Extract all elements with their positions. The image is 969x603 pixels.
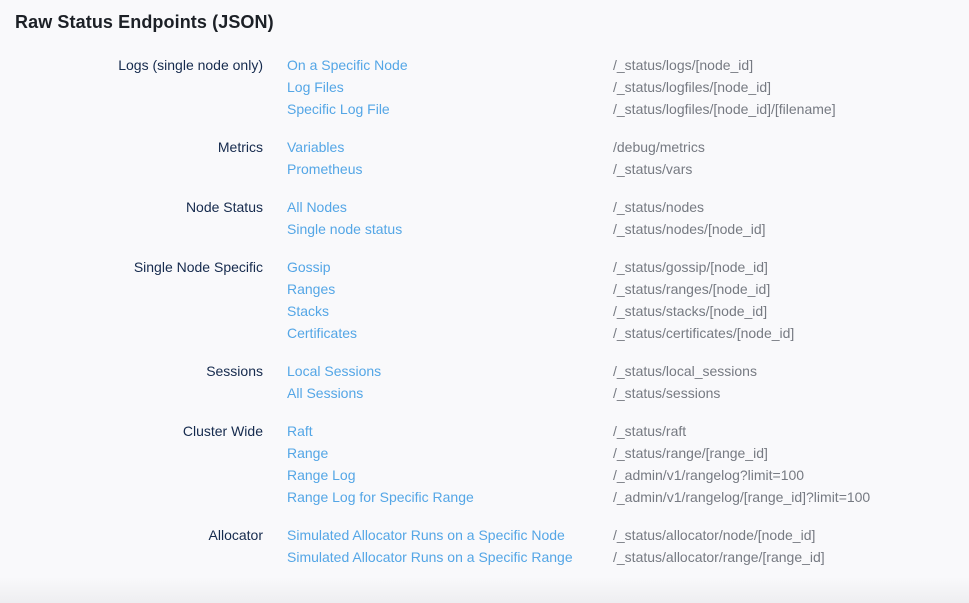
endpoint-link[interactable]: Prometheus xyxy=(287,158,613,180)
bottom-fade-divider xyxy=(0,577,969,603)
section-links-column: On a Specific NodeLog FilesSpecific Log … xyxy=(287,54,613,120)
section-links-column: Local SessionsAll Sessions xyxy=(287,360,613,404)
endpoint-path: /_status/ranges/[node_id] xyxy=(613,278,794,300)
endpoint-link[interactable]: Range Log for Specific Range xyxy=(287,486,613,508)
endpoint-link[interactable]: Gossip xyxy=(287,256,613,278)
endpoint-link[interactable]: Variables xyxy=(287,136,613,158)
endpoint-link[interactable]: All Nodes xyxy=(287,196,613,218)
endpoint-link[interactable]: Certificates xyxy=(287,322,613,344)
endpoint-section: Single Node Specific GossipRangesStacksC… xyxy=(15,256,954,344)
section-paths-column: /debug/metrics/_status/vars xyxy=(613,136,705,180)
endpoint-path: /_status/nodes/[node_id] xyxy=(613,218,766,240)
endpoint-link[interactable]: On a Specific Node xyxy=(287,54,613,76)
endpoint-path: /_status/nodes xyxy=(613,196,766,218)
endpoint-section: Sessions Local SessionsAll Sessions /_st… xyxy=(15,360,954,404)
endpoint-link[interactable]: Local Sessions xyxy=(287,360,613,382)
endpoint-path: /_status/vars xyxy=(613,158,705,180)
endpoint-link[interactable]: All Sessions xyxy=(287,382,613,404)
page-title: Raw Status Endpoints (JSON) xyxy=(15,12,954,33)
endpoint-section: Cluster Wide RaftRangeRange LogRange Log… xyxy=(15,420,954,508)
section-paths-column: /_status/raft/_status/range/[range_id]/_… xyxy=(613,420,870,508)
endpoint-link[interactable]: Log Files xyxy=(287,76,613,98)
endpoint-link[interactable]: Simulated Allocator Runs on a Specific N… xyxy=(287,524,613,546)
endpoint-link[interactable]: Specific Log File xyxy=(287,98,613,120)
section-links-column: RaftRangeRange LogRange Log for Specific… xyxy=(287,420,613,508)
endpoint-path: /_status/allocator/range/[range_id] xyxy=(613,546,825,568)
section-category-label: Metrics xyxy=(15,136,263,158)
section-links-column: GossipRangesStacksCertificates xyxy=(287,256,613,344)
endpoint-link[interactable]: Stacks xyxy=(287,300,613,322)
endpoint-section: Metrics VariablesPrometheus /debug/metri… xyxy=(15,136,954,180)
endpoint-path: /_status/raft xyxy=(613,420,870,442)
endpoint-path: /_status/certificates/[node_id] xyxy=(613,322,794,344)
endpoint-link[interactable]: Range Log xyxy=(287,464,613,486)
endpoint-link[interactable]: Simulated Allocator Runs on a Specific R… xyxy=(287,546,613,568)
endpoint-link[interactable]: Raft xyxy=(287,420,613,442)
endpoint-link[interactable]: Range xyxy=(287,442,613,464)
endpoint-path: /_status/local_sessions xyxy=(613,360,757,382)
section-paths-column: /_status/local_sessions/_status/sessions xyxy=(613,360,757,404)
endpoint-link[interactable]: Ranges xyxy=(287,278,613,300)
endpoint-path: /_status/sessions xyxy=(613,382,757,404)
debug-endpoints-page: Raw Status Endpoints (JSON) Logs (single… xyxy=(0,0,969,568)
endpoint-section: Allocator Simulated Allocator Runs on a … xyxy=(15,524,954,568)
endpoint-path: /_status/stacks/[node_id] xyxy=(613,300,794,322)
section-paths-column: /_status/allocator/node/[node_id]/_statu… xyxy=(613,524,825,568)
endpoint-section: Logs (single node only) On a Specific No… xyxy=(15,54,954,120)
endpoint-path: /debug/metrics xyxy=(613,136,705,158)
section-links-column: Simulated Allocator Runs on a Specific N… xyxy=(287,524,613,568)
endpoint-path: /_status/logfiles/[node_id] xyxy=(613,76,836,98)
section-links-column: VariablesPrometheus xyxy=(287,136,613,180)
section-category-label: Logs (single node only) xyxy=(15,54,263,76)
section-category-label: Single Node Specific xyxy=(15,256,263,278)
endpoint-path: /_status/gossip/[node_id] xyxy=(613,256,794,278)
endpoint-sections: Logs (single node only) On a Specific No… xyxy=(15,54,954,568)
endpoint-path: /_status/range/[range_id] xyxy=(613,442,870,464)
endpoint-section: Node Status All NodesSingle node status … xyxy=(15,196,954,240)
section-paths-column: /_status/gossip/[node_id]/_status/ranges… xyxy=(613,256,794,344)
endpoint-path: /_status/logfiles/[node_id]/[filename] xyxy=(613,98,836,120)
section-category-label: Sessions xyxy=(15,360,263,382)
endpoint-path: /_admin/v1/rangelog/[range_id]?limit=100 xyxy=(613,486,870,508)
endpoint-path: /_admin/v1/rangelog?limit=100 xyxy=(613,464,870,486)
section-category-label: Node Status xyxy=(15,196,263,218)
section-paths-column: /_status/logs/[node_id]/_status/logfiles… xyxy=(613,54,836,120)
endpoint-link[interactable]: Single node status xyxy=(287,218,613,240)
endpoint-path: /_status/allocator/node/[node_id] xyxy=(613,524,825,546)
section-category-label: Cluster Wide xyxy=(15,420,263,442)
section-paths-column: /_status/nodes/_status/nodes/[node_id] xyxy=(613,196,766,240)
section-category-label: Allocator xyxy=(15,524,263,546)
section-links-column: All NodesSingle node status xyxy=(287,196,613,240)
endpoint-path: /_status/logs/[node_id] xyxy=(613,54,836,76)
